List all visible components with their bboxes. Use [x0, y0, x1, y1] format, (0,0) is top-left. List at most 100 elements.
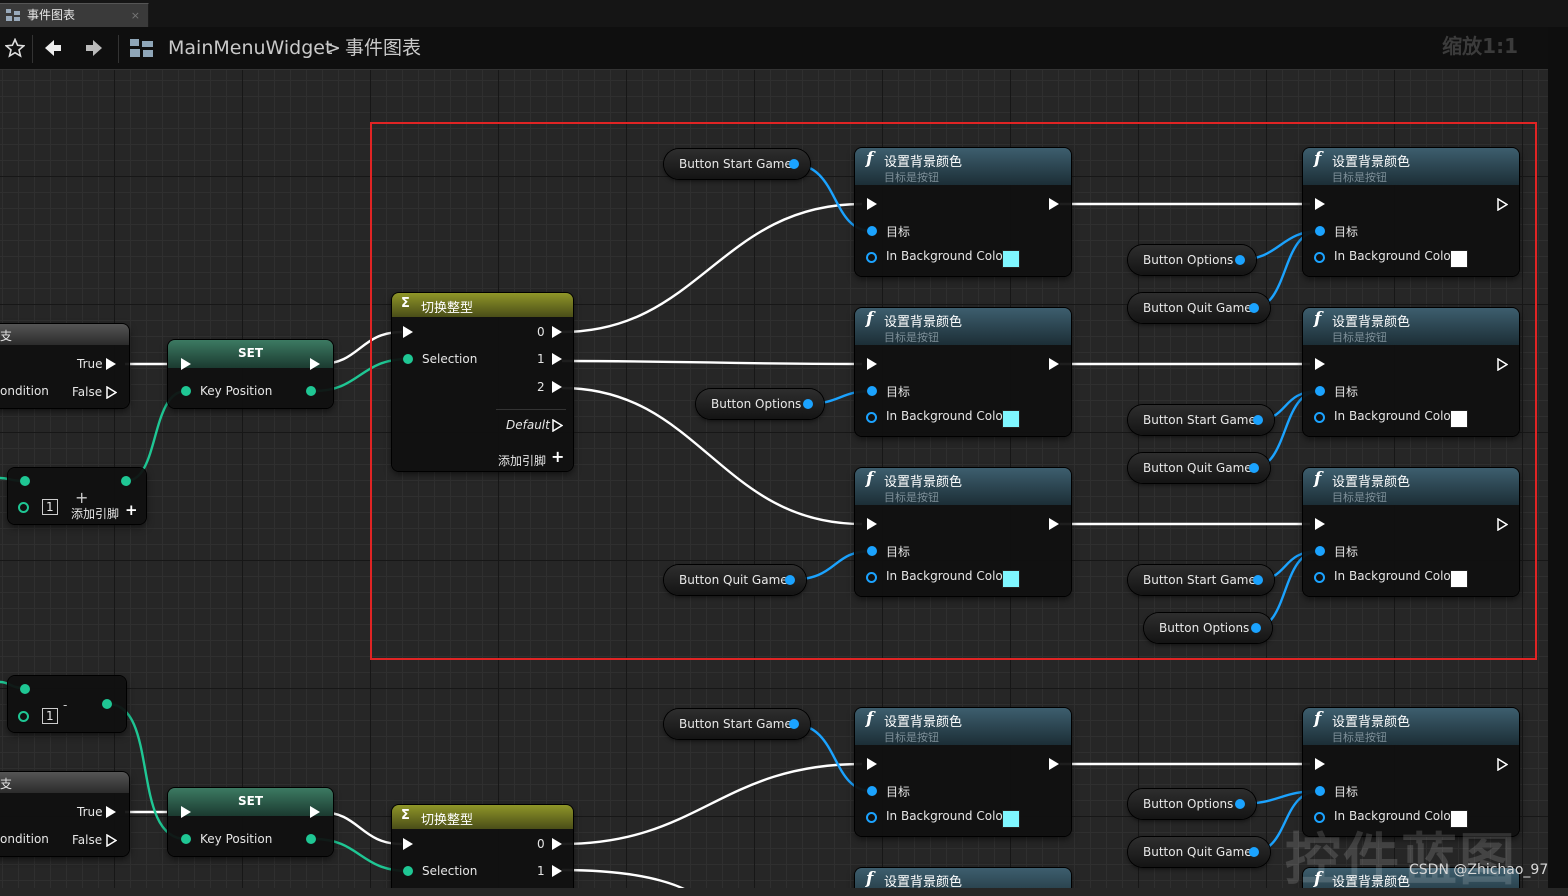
- target-pin[interactable]: [867, 226, 877, 236]
- exec-out-pin[interactable]: [1497, 518, 1508, 531]
- exec-out-pin[interactable]: [1049, 518, 1059, 530]
- target-pin[interactable]: [867, 786, 877, 796]
- set-bg-color-node[interactable]: f 设置背景颜色 目标是按钮 目标 In Background Color: [1303, 468, 1519, 596]
- var-button-start-game[interactable]: Button Start Game: [1128, 565, 1274, 595]
- var-out-pin[interactable]: [785, 575, 795, 585]
- color-pin[interactable]: [1314, 412, 1325, 423]
- selection-pin[interactable]: [403, 354, 413, 364]
- exec-out-pin[interactable]: [1497, 358, 1508, 371]
- branch-node[interactable]: 支 True ondition False: [0, 324, 129, 408]
- var-button-options[interactable]: Button Options: [696, 389, 824, 419]
- var-button-quit-game[interactable]: Button Quit Game: [1128, 453, 1270, 483]
- set-node[interactable]: SET Key Position: [168, 340, 333, 408]
- var-button-quit-game[interactable]: Button Quit Game: [664, 565, 806, 595]
- var-out-pin[interactable]: [1251, 623, 1261, 633]
- var-out-pin[interactable]: [803, 399, 813, 409]
- exec-in-pin[interactable]: [867, 198, 877, 210]
- breadcrumb-widget[interactable]: MainMenuWidget: [168, 27, 332, 69]
- color-pin[interactable]: [866, 412, 877, 423]
- color-pin[interactable]: [866, 812, 877, 823]
- exec-in-pin[interactable]: [1315, 758, 1325, 770]
- var-out-pin[interactable]: [1235, 799, 1245, 809]
- set-bg-color-node[interactable]: f 设置背景颜色 目标是按钮 目标 In Background Color: [855, 308, 1071, 436]
- add-pin-icon[interactable]: +: [125, 501, 138, 519]
- true-exec-pin[interactable]: [106, 358, 116, 370]
- make-array-node[interactable]: 1 -: [8, 676, 126, 732]
- set-bg-color-node[interactable]: f 设置背景颜色 目标是按钮 目标 In Background Color: [855, 468, 1071, 596]
- switch-exec-in[interactable]: [403, 838, 413, 850]
- exec-in-pin[interactable]: [867, 758, 877, 770]
- array-index[interactable]: 1: [42, 499, 58, 515]
- array-out-pin[interactable]: [102, 699, 112, 709]
- var-button-start-game[interactable]: Button Start Game: [664, 709, 810, 739]
- color-swatch[interactable]: [1002, 250, 1020, 268]
- key-position-in-pin[interactable]: [181, 834, 191, 844]
- key-position-out-pin[interactable]: [306, 386, 316, 396]
- var-button-quit-game[interactable]: Button Quit Game: [1128, 293, 1270, 323]
- remove-element-icon[interactable]: -: [63, 698, 67, 712]
- color-swatch[interactable]: [1450, 410, 1468, 428]
- var-button-options[interactable]: Button Options: [1128, 789, 1256, 819]
- exec-out-pin[interactable]: [1049, 758, 1059, 770]
- set-bg-color-node[interactable]: f 设置背景颜色 目标是按钮 目标 In Background Color: [1303, 308, 1519, 436]
- graph-canvas[interactable]: 支 True ondition False SET Key Position 1…: [0, 70, 1548, 888]
- array-in-pin[interactable]: [20, 684, 30, 694]
- var-out-pin[interactable]: [1253, 575, 1263, 585]
- set-exec-in[interactable]: [181, 806, 191, 818]
- switch-int-node[interactable]: Σ 切换整型 0 Selection 1 2 Default 添加引脚 +: [392, 293, 573, 471]
- var-out-pin[interactable]: [1253, 415, 1263, 425]
- target-pin[interactable]: [867, 386, 877, 396]
- target-pin[interactable]: [1315, 226, 1325, 236]
- var-out-pin[interactable]: [1249, 847, 1259, 857]
- var-button-options[interactable]: Button Options: [1144, 613, 1272, 643]
- tab-event-graph[interactable]: 事件图表 ×: [0, 3, 149, 27]
- var-out-pin[interactable]: [1249, 303, 1259, 313]
- switch-exec-in[interactable]: [403, 326, 413, 338]
- set-bg-color-node[interactable]: f 设置背景颜色 目标是按钮 目标 In Background Color: [855, 708, 1071, 836]
- tab-close-icon[interactable]: ×: [131, 4, 140, 27]
- var-button-start-game[interactable]: Button Start Game: [1128, 405, 1274, 435]
- back-arrow-icon[interactable]: [40, 27, 66, 69]
- switch-add-pin-icon[interactable]: +: [551, 447, 564, 466]
- switch-pin-0[interactable]: [552, 326, 562, 338]
- var-out-pin[interactable]: [1235, 255, 1245, 265]
- exec-in-pin[interactable]: [1315, 518, 1325, 530]
- array-element-pin[interactable]: [18, 502, 29, 513]
- false-exec-pin[interactable]: [106, 386, 117, 399]
- color-pin[interactable]: [1314, 572, 1325, 583]
- forward-arrow-icon[interactable]: [81, 27, 107, 69]
- favorite-star-icon[interactable]: [2, 27, 28, 69]
- set-bg-color-node[interactable]: f 设置背景颜色 目标是按钮 目标 In Background Color: [855, 148, 1071, 276]
- switch-pin-2[interactable]: [552, 381, 562, 393]
- var-out-pin[interactable]: [789, 719, 799, 729]
- var-button-quit-game[interactable]: Button Quit Game: [1128, 837, 1270, 867]
- color-swatch[interactable]: [1450, 250, 1468, 268]
- target-pin[interactable]: [867, 546, 877, 556]
- selection-pin[interactable]: [403, 866, 413, 876]
- switch-int-node[interactable]: Σ 切换整型 0 Selection 1: [392, 805, 573, 888]
- set-exec-out[interactable]: [310, 806, 320, 818]
- exec-out-pin[interactable]: [1049, 198, 1059, 210]
- default-exec-pin[interactable]: [552, 419, 563, 432]
- array-index[interactable]: 1: [42, 708, 58, 724]
- target-pin[interactable]: [1315, 786, 1325, 796]
- switch-pin-0[interactable]: [552, 838, 562, 850]
- exec-out-pin[interactable]: [1049, 358, 1059, 370]
- color-swatch[interactable]: [1002, 570, 1020, 588]
- exec-out-pin[interactable]: [1497, 198, 1508, 211]
- exec-out-pin[interactable]: [1497, 758, 1508, 771]
- array-in-pin[interactable]: [20, 476, 30, 486]
- set-bg-color-node[interactable]: f 设置背景颜色 目标是按钮 目标 In Background Color: [1303, 148, 1519, 276]
- var-out-pin[interactable]: [1249, 463, 1259, 473]
- var-button-start-game[interactable]: Button Start Game: [664, 149, 810, 179]
- switch-pin-1[interactable]: [552, 865, 562, 877]
- exec-in-pin[interactable]: [1315, 358, 1325, 370]
- color-pin[interactable]: [866, 572, 877, 583]
- target-pin[interactable]: [1315, 546, 1325, 556]
- exec-in-pin[interactable]: [867, 518, 877, 530]
- color-pin[interactable]: [866, 252, 877, 263]
- set-exec-in[interactable]: [181, 358, 191, 370]
- vertical-scrollbar[interactable]: [1548, 27, 1568, 888]
- switch-pin-1[interactable]: [552, 353, 562, 365]
- true-exec-pin[interactable]: [106, 806, 116, 818]
